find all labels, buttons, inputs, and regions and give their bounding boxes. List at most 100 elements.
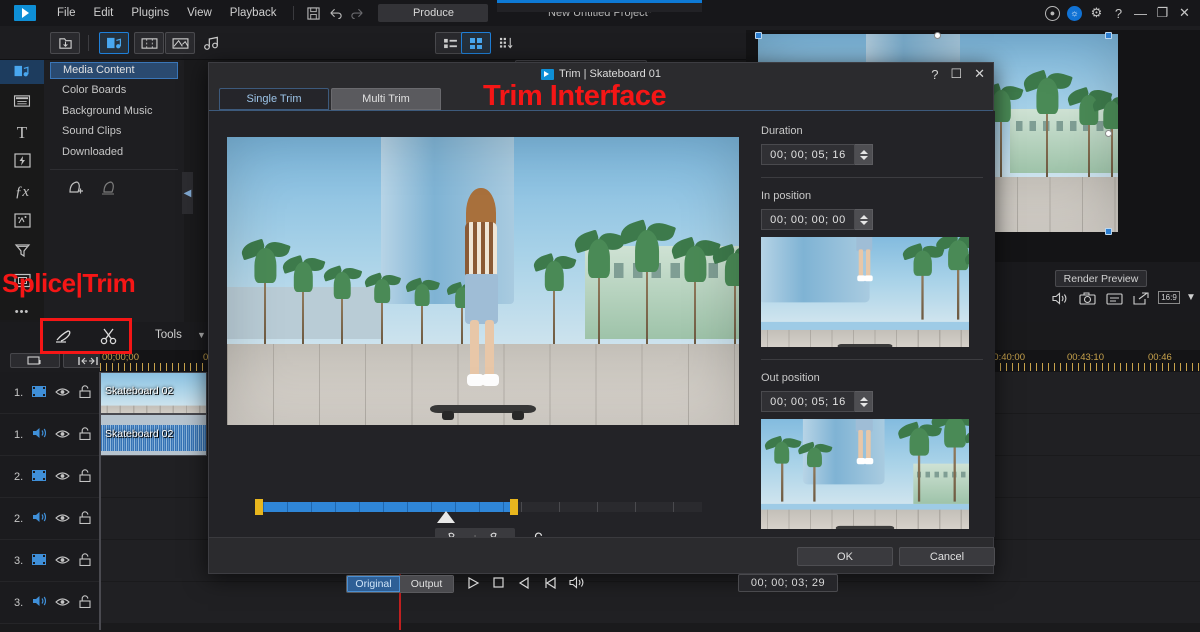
sidebar-item-effect-room[interactable] [0,150,44,174]
maximize-icon[interactable]: ☐ [950,66,962,82]
playhead-icon[interactable] [437,511,455,523]
sidebar-item-particle-room[interactable] [0,210,44,234]
undo-icon[interactable] [324,3,346,23]
tools-label[interactable]: Tools [155,329,182,341]
unlock-icon[interactable] [79,469,91,485]
in-position-thumbnail[interactable] [761,237,969,347]
sort-icon[interactable] [491,32,521,54]
media-room-icon[interactable] [99,32,129,54]
volume-icon[interactable] [1052,292,1068,308]
eye-icon[interactable] [55,512,70,526]
sidebar-item-more-rooms[interactable]: ••• [0,300,44,324]
menu-plugins[interactable]: Plugins [122,0,178,26]
eye-icon[interactable] [55,554,70,568]
audio-track-icon[interactable] [32,427,46,442]
original-mode-button[interactable]: Original [347,576,400,592]
volume-icon[interactable] [569,576,585,592]
stamp-icon[interactable] [100,178,122,203]
sidebar-item-transition-room[interactable] [0,90,44,114]
track-head-v1[interactable]: 1. [0,372,100,414]
menu-file[interactable]: File [48,0,85,26]
spinner-icon[interactable] [855,209,873,230]
cancel-button[interactable]: Cancel [899,547,995,566]
transition-room-icon[interactable] [134,32,164,54]
selection-handle-br[interactable] [1105,228,1112,235]
trim-preview-viewer[interactable] [227,137,739,425]
menu-view[interactable]: View [178,0,221,26]
menu-edit[interactable]: Edit [85,0,123,26]
preview-mode-toggle[interactable]: Original Output [346,575,454,593]
redo-icon[interactable] [346,3,368,23]
unlock-icon[interactable] [79,511,91,527]
sidebar-item-filter-room[interactable] [0,240,44,264]
produce-button[interactable]: Produce [378,4,488,22]
trim-scrubber[interactable] [255,498,702,514]
in-position-stepper[interactable]: 00; 00; 00; 00 [761,209,995,230]
add-stamp-icon[interactable] [66,178,88,203]
help-icon[interactable]: ? [1111,6,1126,21]
out-position-stepper[interactable]: 00; 00; 05; 16 [761,391,995,412]
gear-icon[interactable]: ⚙ [1089,5,1104,21]
in-position-field[interactable]: 00; 00; 00; 00 [761,209,855,230]
selection-handle-mr[interactable] [1105,130,1112,137]
selection-handle-tl[interactable] [755,32,762,39]
sidebar-item-media-room[interactable] [0,60,44,84]
previous-frame-icon[interactable] [517,576,531,593]
chevron-down-icon[interactable]: ▼ [1186,292,1196,303]
track-head-a1[interactable]: 1. [0,414,100,456]
import-media-icon[interactable] [50,32,80,54]
save-icon[interactable] [302,3,324,23]
duration-stepper[interactable]: 00; 00; 05; 16 [761,144,995,165]
popout-icon[interactable] [1133,292,1149,308]
audio-track-icon[interactable] [32,595,46,610]
video-track-icon[interactable] [32,553,46,568]
menu-playback[interactable]: Playback [221,0,286,26]
track-head-a3[interactable]: 3. [0,582,100,624]
out-position-field[interactable]: 00; 00; 05; 16 [761,391,855,412]
account-icon[interactable]: ● [1045,6,1060,21]
sidebar-item-title-room[interactable]: T [0,120,44,144]
spinner-icon[interactable] [855,391,873,412]
close-icon[interactable]: ✕ [974,66,985,82]
out-position-thumbnail[interactable] [761,419,969,529]
subtitle-icon[interactable] [1106,292,1123,308]
next-frame-icon[interactable] [543,576,557,593]
spinner-icon[interactable] [855,144,873,165]
help-icon[interactable]: ? [931,67,938,82]
tab-multi-trim[interactable]: Multi Trim [331,88,441,110]
mark-out-handle[interactable] [510,499,518,515]
category-media-content[interactable]: Media Content [50,62,178,79]
eye-icon[interactable] [55,470,70,484]
unlock-icon[interactable] [79,553,91,569]
unlock-icon[interactable] [79,427,91,443]
category-downloaded[interactable]: Downloaded [50,143,178,162]
category-sound-clips[interactable]: Sound Clips [50,122,178,141]
eye-icon[interactable] [55,428,70,442]
tab-single-trim[interactable]: Single Trim [219,88,329,110]
track-head-a2[interactable]: 2. [0,498,100,540]
selection-handle-tc[interactable] [934,32,941,39]
audio-room-icon[interactable] [196,32,226,54]
chevron-down-icon[interactable]: ▼ [197,330,206,340]
category-color-boards[interactable]: Color Boards [50,81,178,100]
sidebar-item-fx-room[interactable]: ƒx [0,180,44,204]
unlock-icon[interactable] [79,595,91,611]
track-head-v3[interactable]: 3. [0,540,100,582]
title-room-icon[interactable] [165,32,195,54]
ok-button[interactable]: OK [797,547,893,566]
eye-icon[interactable] [55,386,70,400]
camera-icon[interactable] [1079,292,1096,308]
timeline-clip-audio[interactable]: Skateboard 02 [100,414,207,456]
video-track-icon[interactable] [32,469,46,484]
render-preview-button[interactable]: Render Preview [1055,270,1147,287]
duration-field[interactable]: 00; 00; 05; 16 [761,144,855,165]
timeline-view-icon[interactable] [10,353,60,368]
scrubber-selection[interactable] [263,502,510,512]
unlock-icon[interactable] [79,385,91,401]
track-head-v2[interactable]: 2. [0,456,100,498]
output-mode-button[interactable]: Output [400,576,453,592]
notification-bell-icon[interactable]: ☼ [1067,6,1082,21]
selection-handle-tr[interactable] [1105,32,1112,39]
close-button[interactable]: ✕ [1177,5,1192,21]
restore-button[interactable]: ❐ [1155,5,1170,21]
